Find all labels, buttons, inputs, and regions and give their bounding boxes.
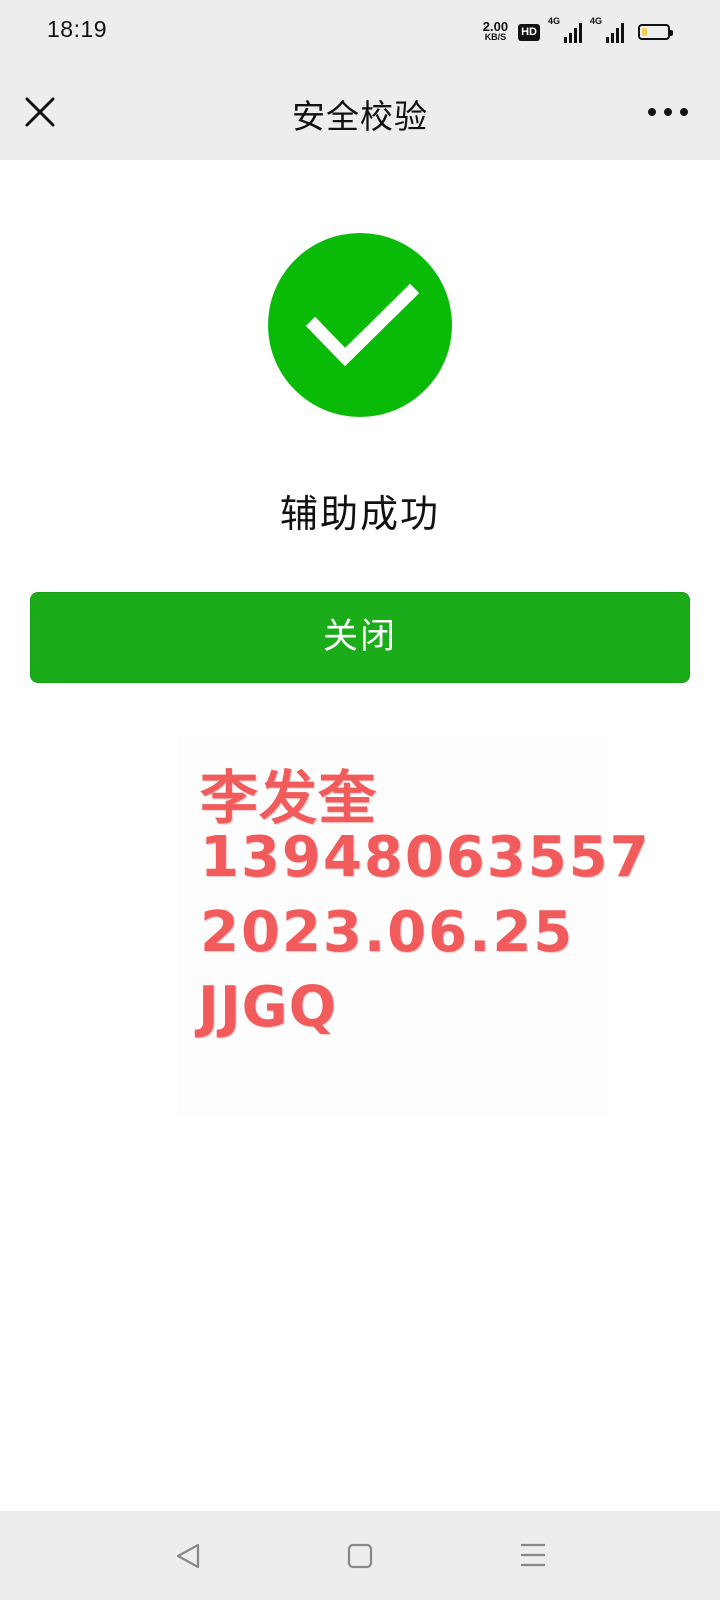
- signal-icon-2: 4G: [590, 16, 624, 43]
- signal-1-label: 4G: [548, 16, 561, 26]
- status-icons: 2.00 KB/S HD 4G 4G: [482, 16, 673, 46]
- hd-icon: HD: [518, 23, 540, 41]
- watermark-phone: 13948063557: [200, 825, 651, 890]
- watermark-code: JJGQ: [198, 975, 338, 1040]
- signal-2-label: 4G: [590, 16, 603, 26]
- battery-level-fill: [642, 28, 647, 36]
- page-title: 安全校验: [292, 97, 428, 136]
- signal-icon-1: 4G: [548, 16, 582, 43]
- system-nav-bar: [0, 1511, 720, 1600]
- watermark-overlay: 李发奎 13948063557 2023.06.25 JJGQ: [178, 735, 649, 1115]
- home-square-icon[interactable]: [347, 1542, 373, 1570]
- more-icon[interactable]: [646, 100, 690, 124]
- result-message: 辅助成功: [279, 492, 440, 536]
- network-speed-unit: KB/S: [484, 32, 507, 42]
- close-button[interactable]: 关闭: [30, 592, 690, 683]
- network-speed: 2.00 KB/S: [482, 19, 509, 43]
- network-speed-value: 2.00: [482, 19, 509, 34]
- menu-lines-icon[interactable]: [519, 1541, 547, 1569]
- nav-bar: 安全校验: [0, 64, 720, 160]
- battery-icon: [638, 24, 673, 40]
- success-check-icon: [268, 233, 452, 417]
- status-bar: 18:19 2.00 KB/S HD 4G 4G: [0, 0, 720, 64]
- back-triangle-icon[interactable]: [173, 1541, 203, 1571]
- watermark-name: 李发奎: [200, 764, 378, 832]
- watermark-date: 2023.06.25: [200, 900, 575, 965]
- status-time: 18:19: [47, 16, 108, 42]
